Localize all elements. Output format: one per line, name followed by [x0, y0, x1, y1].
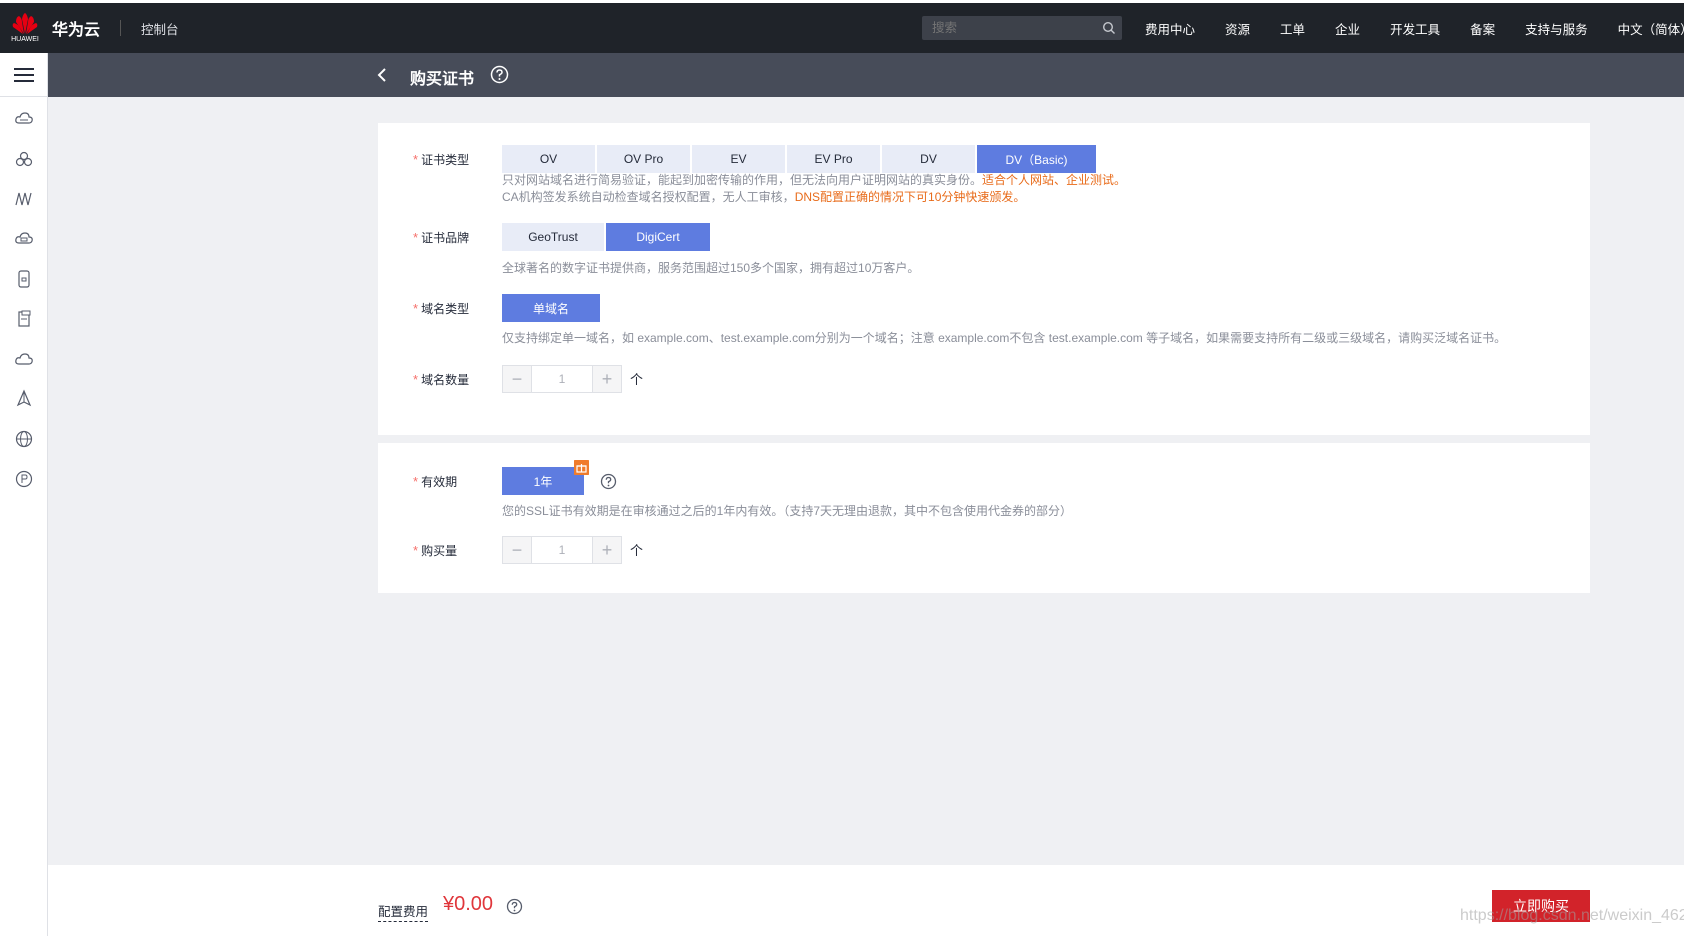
cert-type-ev[interactable]: EV — [692, 145, 785, 173]
sidebar-item-cloud[interactable] — [0, 339, 48, 379]
watermark-text: https://blog.csdn.net/weixin_46266671 — [1460, 907, 1691, 924]
nav-link-support[interactable]: 支持与服务 — [1525, 19, 1588, 38]
domain-type-single[interactable]: 单域名 — [502, 294, 600, 322]
nav-link-devtools[interactable]: 开发工具 — [1390, 19, 1440, 38]
domain-count-unit: 个 — [630, 372, 644, 387]
domain-count-stepper: − 1 + — [502, 365, 622, 393]
cert-type-selector: OV OV Pro EV EV Pro DV DV（Basic) — [502, 145, 1098, 173]
search-input[interactable] — [932, 21, 1092, 35]
domain-count-input[interactable]: 1 — [531, 366, 593, 392]
sidebar-item-certificate[interactable] — [0, 459, 48, 499]
domain-count-label: * 域名数量 — [413, 372, 470, 387]
cert-type-label: * 证书类型 — [413, 152, 470, 167]
sidebar-item-globe[interactable] — [0, 419, 48, 459]
cert-brand-label: * 证书品牌 — [413, 230, 470, 245]
validity-desc: 您的SSL证书有效期是在审核通过之后的1年内有效。（支持7天无理由退款，其中不包… — [502, 504, 1073, 518]
domain-count-decrement-button[interactable]: − — [503, 366, 531, 392]
cert-brand-desc: 全球著名的数字证书提供商，服务范围超过150多个国家，拥有超过10万客户。 — [502, 261, 920, 275]
nav-links: 费用中心 资源 工单 企业 开发工具 备案 支持与服务 中文（简体） — [1145, 3, 1691, 53]
network-icon — [15, 192, 32, 206]
validity-1-year-option[interactable]: 1年 — [502, 467, 584, 495]
validity-label: * 有效期 — [413, 474, 458, 489]
sidebar-item-document[interactable] — [0, 299, 48, 339]
cloud-server-icon — [15, 112, 33, 124]
sidebar-item-network[interactable] — [0, 179, 48, 219]
brand-name[interactable]: 华为云 — [52, 16, 100, 40]
search-box[interactable] — [922, 16, 1122, 40]
cert-brand-digicert[interactable]: DigiCert — [606, 223, 710, 251]
sidebar-item-storage[interactable] — [0, 259, 48, 299]
nav-link-language[interactable]: 中文（简体） — [1618, 19, 1691, 38]
console-link[interactable]: 控制台 — [141, 19, 179, 38]
certificate-icon — [15, 470, 33, 488]
sidebar — [0, 53, 48, 936]
right-edge — [1684, 0, 1691, 936]
back-arrow-icon[interactable] — [373, 65, 393, 85]
page-header: 购买证书 — [48, 53, 1691, 97]
cert-brand-selector: GeoTrust DigiCert — [502, 223, 712, 251]
main-content: * 证书类型 OV OV Pro EV EV Pro DV DV（Basic) 只… — [48, 97, 1691, 865]
cert-type-ov-pro[interactable]: OV Pro — [597, 145, 690, 173]
huawei-logo[interactable]: HUAWEI — [0, 3, 50, 53]
cert-type-ev-pro[interactable]: EV Pro — [787, 145, 880, 173]
menu-toggle-button[interactable] — [0, 53, 48, 97]
quantity-stepper: − 1 + — [502, 536, 622, 564]
page-title: 购买证书 — [410, 71, 475, 88]
cloud-icon — [15, 353, 33, 365]
sidebar-item-cloud-server[interactable] — [0, 99, 48, 139]
quantity-decrement-button[interactable]: − — [503, 537, 531, 563]
hamburger-icon — [14, 67, 34, 82]
sidebar-item-database[interactable] — [0, 219, 48, 259]
nav-link-billing[interactable]: 费用中心 — [1145, 19, 1195, 38]
cert-type-desc-2: CA机构签发系统自动检查域名授权配置，无人工审核，DNS配置正确的情况下可10分… — [502, 190, 1026, 204]
cert-type-desc-1: 只对网站域名进行简易验证，能起到加密传输的作用，但无法向用户证明网站的真实身份。… — [502, 173, 1127, 187]
nav-link-enterprise[interactable]: 企业 — [1335, 19, 1360, 38]
fee-label[interactable]: 配置费用 — [378, 901, 429, 922]
nav-link-filing[interactable]: 备案 — [1470, 19, 1495, 38]
cloud-database-icon — [15, 232, 33, 244]
quantity-increment-button[interactable]: + — [593, 537, 621, 563]
security-icon — [16, 389, 32, 407]
fee-value: ¥0.00 — [443, 893, 494, 915]
sidebar-item-security[interactable] — [0, 379, 48, 419]
help-icon[interactable] — [490, 65, 509, 84]
search-icon[interactable] — [1102, 21, 1116, 35]
quantity-unit: 个 — [630, 543, 644, 558]
cert-type-dv[interactable]: DV — [882, 145, 975, 173]
logo-text: HUAWEI — [11, 36, 39, 43]
domain-type-desc: 仅支持绑定单一域名，如 example.com、test.example.com… — [502, 331, 1507, 345]
certificate-config-card: * 证书类型 OV OV Pro EV EV Pro DV DV（Basic) 只… — [378, 123, 1590, 435]
top-navbar: HUAWEI 华为云 控制台 费用中心 资源 工单 企业 开发工具 备案 支持与… — [0, 3, 1691, 53]
cert-type-dv-basic[interactable]: DV（Basic) — [977, 145, 1096, 173]
quantity-input[interactable]: 1 — [531, 537, 593, 563]
document-icon — [18, 310, 31, 327]
sidebar-item-cluster[interactable] — [0, 139, 48, 179]
cloud-cluster-icon — [15, 151, 33, 167]
globe-icon — [15, 430, 33, 448]
huawei-flower-icon — [12, 13, 38, 34]
domain-type-label: * 域名类型 — [413, 301, 470, 316]
quantity-label: * 购买量 — [413, 543, 458, 558]
domain-count-increment-button[interactable]: + — [593, 366, 621, 392]
nav-divider — [120, 20, 122, 36]
nav-link-resources[interactable]: 资源 — [1225, 19, 1250, 38]
nav-link-tickets[interactable]: 工单 — [1280, 19, 1305, 38]
cert-type-ov[interactable]: OV — [502, 145, 595, 173]
purchase-config-card: * 有效期 1年 您的SSL证书有效期是在审核通过之后的1年内有效。（支持7天无理… — [378, 443, 1590, 593]
fee-help-icon[interactable] — [506, 898, 523, 915]
validity-help-icon[interactable] — [600, 473, 617, 490]
storage-icon — [18, 270, 30, 288]
domain-type-selector: 单域名 — [502, 294, 602, 322]
gift-icon — [574, 460, 589, 475]
cert-brand-geotrust[interactable]: GeoTrust — [502, 223, 604, 251]
checkout-bar: 配置费用 ¥0.00 立即购买 https://blog.csdn.net/we… — [48, 865, 1691, 936]
